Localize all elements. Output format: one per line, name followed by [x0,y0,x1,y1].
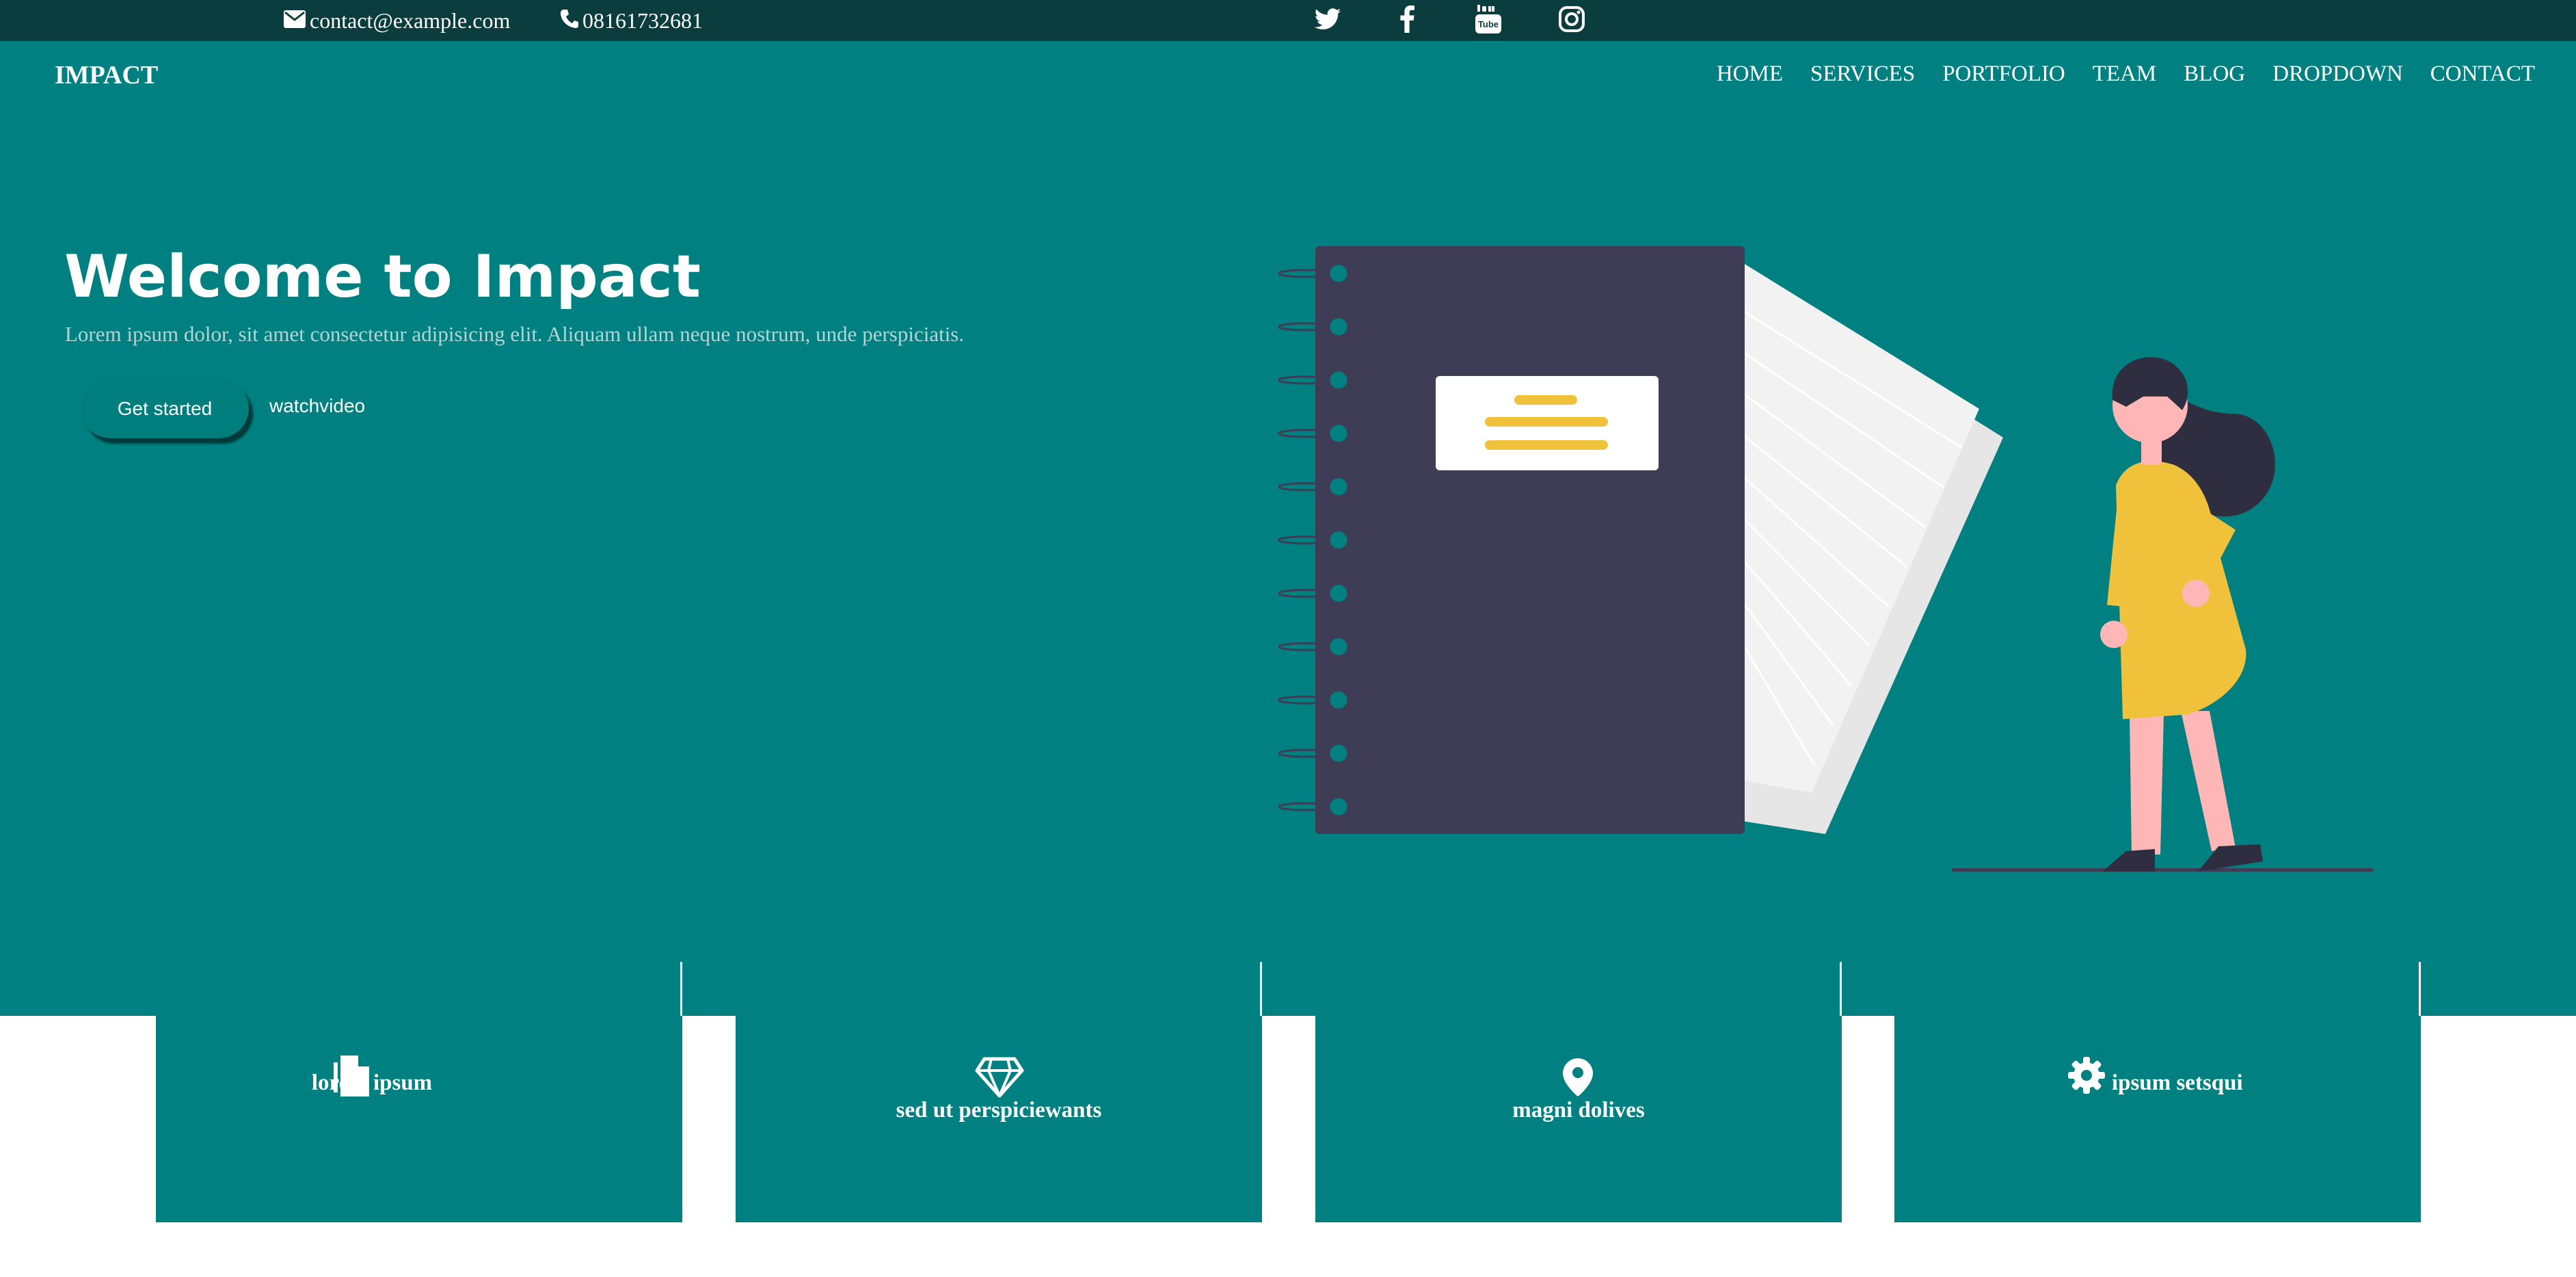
card-title: magni dolives [1512,1098,1645,1123]
woman-figure [2100,357,2275,872]
twitter-icon[interactable] [1314,0,1341,38]
card-tab [1315,962,1842,1016]
hero-title: Welcome to Impact [64,243,701,311]
nav-home[interactable]: HOME [1717,62,1783,87]
nav-services[interactable]: SERVICES [1810,62,1915,87]
phone-contact[interactable]: 08161732681 [561,0,703,41]
get-started-button[interactable]: Get started [81,379,249,438]
feature-card[interactable]: magni dolives [1315,1016,1842,1222]
nav-dropdown[interactable]: DROPDOWN [2272,62,2403,87]
card-title: lorem ipsum [311,1071,433,1095]
instagram-icon[interactable] [1559,0,1585,38]
feature-card[interactable]: sed ut perspiciewants [736,1016,1262,1222]
card-tab [156,962,682,1016]
nav-contact[interactable]: CONTACT [2430,62,2535,87]
notebook [1315,246,1745,834]
envelope-icon [284,8,306,33]
phone-icon [561,8,578,33]
navbar: IMPACT HOME SERVICES PORTFOLIO TEAM BLOG… [0,41,2576,109]
feature-card[interactable]: ipsum setsqui [1894,1016,2421,1222]
nav-portfolio[interactable]: PORTFOLIO [1942,62,2065,87]
email-contact[interactable]: contact@example.com [284,0,510,41]
nav-team[interactable]: TEAM [2093,62,2157,87]
youtube-icon[interactable]: Tube [1475,0,1501,38]
svg-text:Tube: Tube [1478,19,1499,29]
card-title: ipsum setsqui [2112,1071,2243,1095]
hero-subtitle: Lorem ipsum dolor, sit amet consectetur … [65,322,965,346]
feature-card[interactable]: lorem ipsum [156,1016,682,1222]
facebook-icon[interactable] [1399,0,1415,38]
watch-video-link[interactable]: watchvideo [269,395,365,417]
card-tab [736,962,1262,1016]
email-text: contact@example.com [310,8,511,33]
ground-line [1952,868,2373,872]
paper-sheets [1736,260,2003,834]
card-tab [1894,962,2421,1016]
top-bar: contact@example.com 08161732681 Tube [0,0,2576,41]
main-nav: HOME SERVICES PORTFOLIO TEAM BLOG DROPDO… [1717,62,2535,87]
diamond-icon [975,1057,1024,1101]
card-title: sed ut perspiciewants [896,1098,1102,1123]
hero-illustration [1277,232,2400,889]
site-logo[interactable]: IMPACT [55,60,158,90]
map-pin-icon [1563,1058,1593,1100]
phone-text: 08161732681 [582,8,703,33]
gear-icon [2068,1057,2105,1097]
notebook-label [1436,376,1659,470]
nav-blog[interactable]: BLOG [2184,62,2245,87]
